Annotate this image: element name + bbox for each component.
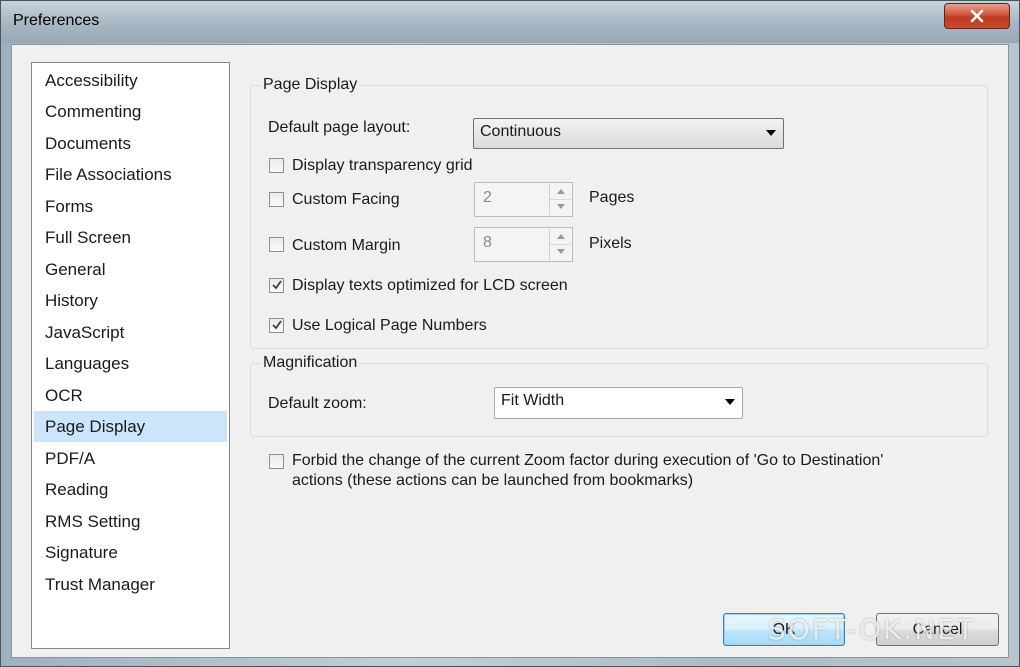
sidebar-item-forms[interactable]: Forms xyxy=(34,191,227,222)
sidebar-item-rms-setting[interactable]: RMS Setting xyxy=(34,506,227,537)
transparency-grid-checkbox[interactable] xyxy=(269,158,284,173)
forbid-zoom-change-label-line2: actions (these actions can be launched f… xyxy=(292,472,694,489)
sidebar-item-javascript[interactable]: JavaScript xyxy=(34,317,227,348)
chevron-up-icon xyxy=(556,189,565,194)
lcd-texts-checkbox[interactable] xyxy=(269,278,284,293)
sidebar-item-accessibility[interactable]: Accessibility xyxy=(34,65,227,96)
lcd-texts-label: Display texts optimized for LCD screen xyxy=(292,277,568,294)
forbid-zoom-change-checkbox[interactable] xyxy=(269,454,284,469)
watermark: SOFT-OK.NET xyxy=(768,613,976,646)
default-zoom-select[interactable]: Fit Width xyxy=(494,387,743,419)
sidebar-item-commenting[interactable]: Commenting xyxy=(34,96,227,127)
category-list: Accessibility Commenting Documents File … xyxy=(31,62,230,649)
custom-facing-decrement[interactable] xyxy=(550,199,571,214)
sidebar-item-languages[interactable]: Languages xyxy=(34,348,227,379)
custom-facing-checkbox[interactable] xyxy=(269,192,284,207)
sidebar-item-history[interactable]: History xyxy=(34,285,227,316)
custom-margin-increment[interactable] xyxy=(550,229,571,245)
custom-margin-value: 8 xyxy=(483,234,492,251)
custom-facing-label: Custom Facing xyxy=(292,191,400,208)
sidebar-item-documents[interactable]: Documents xyxy=(34,128,227,159)
chevron-down-icon xyxy=(556,204,565,209)
magnification-group-title: Magnification xyxy=(261,354,360,372)
dialog-body: Accessibility Commenting Documents File … xyxy=(11,44,1009,658)
preferences-window: Preferences Accessibility Commenting Doc… xyxy=(0,0,1020,667)
default-page-layout-label: Default page layout: xyxy=(268,119,411,136)
default-zoom-label: Default zoom: xyxy=(268,395,367,412)
page-display-group-title: Page Display xyxy=(261,76,360,94)
check-icon xyxy=(272,280,282,290)
forbid-zoom-change-label-line1: Forbid the change of the current Zoom fa… xyxy=(292,452,884,469)
chevron-down-icon xyxy=(556,249,565,254)
close-button[interactable] xyxy=(944,3,1010,29)
custom-facing-increment[interactable] xyxy=(550,184,571,200)
custom-margin-spin-buttons xyxy=(549,229,571,260)
chevron-down-icon xyxy=(725,399,735,405)
custom-margin-label: Custom Margin xyxy=(292,237,401,254)
sidebar-item-trust-manager[interactable]: Trust Manager xyxy=(34,569,227,600)
sidebar-item-full-screen[interactable]: Full Screen xyxy=(34,222,227,253)
sidebar-item-pdfa[interactable]: PDF/A xyxy=(34,443,227,474)
window-title: Preferences xyxy=(13,12,100,29)
custom-margin-stepper[interactable]: 8 xyxy=(474,227,573,262)
close-icon xyxy=(970,9,984,23)
custom-margin-decrement[interactable] xyxy=(550,244,571,259)
title-bar[interactable]: Preferences xyxy=(1,1,1019,43)
sidebar-item-file-associations[interactable]: File Associations xyxy=(34,159,227,190)
sidebar-item-page-display[interactable]: Page Display xyxy=(34,411,227,442)
custom-facing-spin-buttons xyxy=(549,184,571,215)
transparency-grid-label: Display transparency grid xyxy=(292,157,473,174)
custom-margin-checkbox[interactable] xyxy=(269,237,284,252)
default-page-layout-select[interactable]: Continuous xyxy=(473,118,784,149)
logical-page-numbers-checkbox[interactable] xyxy=(269,318,284,333)
chevron-up-icon xyxy=(556,234,565,239)
check-icon xyxy=(272,320,282,330)
sidebar-item-ocr[interactable]: OCR xyxy=(34,380,227,411)
custom-facing-unit: Pages xyxy=(589,189,635,206)
sidebar-item-general[interactable]: General xyxy=(34,254,227,285)
sidebar-item-reading[interactable]: Reading xyxy=(34,474,227,505)
chevron-down-icon xyxy=(766,130,776,136)
sidebar-item-signature[interactable]: Signature xyxy=(34,537,227,568)
default-page-layout-value: Continuous xyxy=(480,123,561,140)
custom-facing-stepper[interactable]: 2 xyxy=(474,182,573,217)
default-zoom-value: Fit Width xyxy=(501,392,565,409)
custom-margin-unit: Pixels xyxy=(589,235,632,252)
custom-facing-value: 2 xyxy=(483,189,492,206)
logical-page-numbers-label: Use Logical Page Numbers xyxy=(292,317,487,334)
